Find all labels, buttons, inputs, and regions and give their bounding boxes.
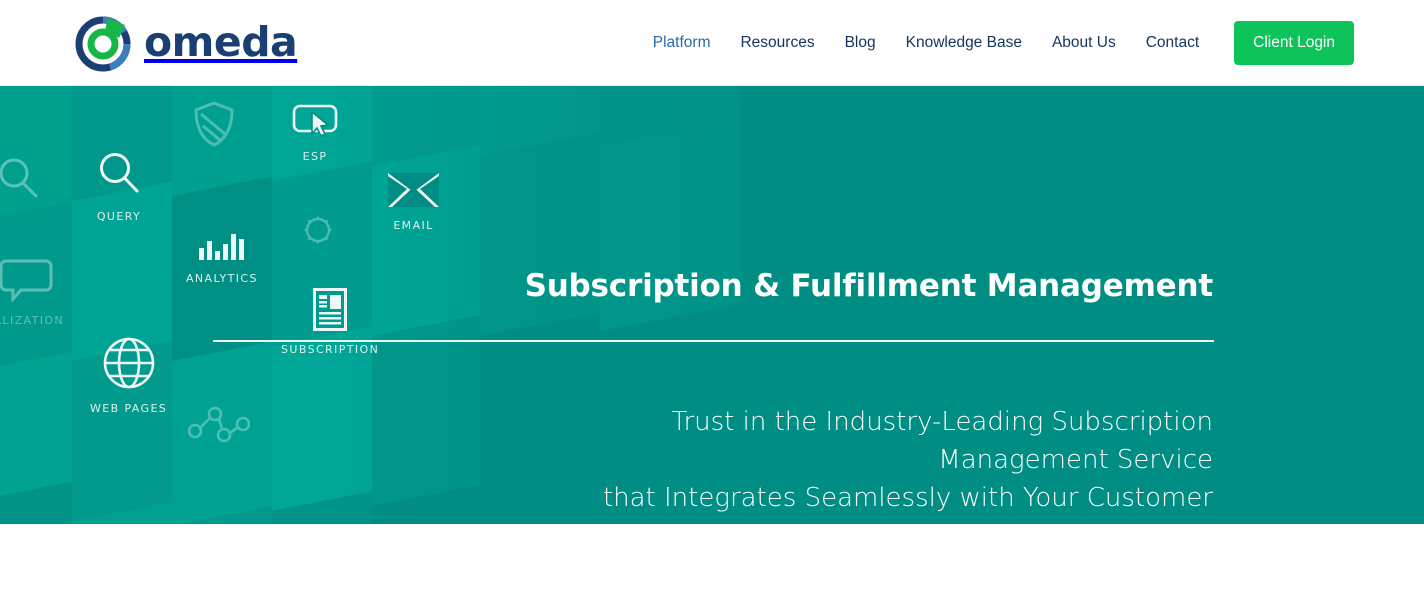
- hero-tile-label: ANALYTICS: [186, 272, 258, 285]
- omeda-ring-logo-svg: [75, 16, 131, 72]
- mosaic-tile: [480, 132, 600, 336]
- hero-tile-web-pages: WEB PAGES: [90, 336, 167, 415]
- hero-tile-label: SUBSCRIPTION: [281, 343, 380, 356]
- speech-bubble-icon: [0, 258, 53, 307]
- hero-tile-label: WEB PAGES: [90, 402, 168, 415]
- hero-tile-query: QUERY: [94, 148, 144, 223]
- gear-icon: [302, 214, 334, 251]
- hero-tile-magnifier-partial: [0, 154, 42, 207]
- hero-tile-label: EMAIL: [393, 219, 434, 232]
- hero-banner: QUERY ESP EMAIL ANALYTICS LIZATION SUBSC…: [0, 86, 1424, 524]
- client-login-button[interactable]: Client Login: [1234, 21, 1354, 65]
- hero-tile-network: [187, 404, 251, 451]
- bar-chart-icon: [199, 232, 245, 265]
- magnifier-icon: [94, 148, 144, 203]
- hero-tile-label: QUERY: [96, 210, 142, 223]
- globe-icon: [102, 336, 156, 395]
- mosaic-tile: [0, 352, 72, 496]
- hero-tile-personalization: PERSONALIZATION: [0, 258, 64, 327]
- nav-item-about-us[interactable]: About Us: [1037, 0, 1131, 86]
- hero-tile-email: EMAIL: [388, 173, 439, 232]
- shield-icon: [191, 100, 237, 153]
- magnifier-icon: [0, 154, 42, 207]
- hero-divider-rule: [213, 340, 1214, 342]
- document-icon: [313, 288, 348, 336]
- hero-title: Subscription & Fulfillment Management: [524, 268, 1214, 304]
- site-header: omeda Platform Resources Blog Knowledge …: [0, 0, 1424, 86]
- logo-link[interactable]: omeda: [72, 11, 298, 73]
- hero-tile-subscription: SUBSCRIPTION: [281, 288, 379, 356]
- hero-subtitle-line-1: Trust in the Industry-Leading Subscripti…: [671, 407, 1213, 475]
- envelope-icon: [388, 173, 439, 212]
- hero-tile-gear: [302, 214, 334, 251]
- hero-tile-esp: ESP: [292, 104, 338, 163]
- main-navigation: Platform Resources Blog Knowledge Base A…: [638, 0, 1354, 86]
- logo-wordmark: omeda: [144, 18, 298, 66]
- hero-tile-label: ESP: [302, 150, 328, 163]
- network-nodes-icon: [187, 404, 251, 451]
- hero-tile-label: PERSONALIZATION: [0, 314, 65, 327]
- nav-item-resources[interactable]: Resources: [725, 0, 829, 86]
- nav-item-contact[interactable]: Contact: [1131, 0, 1214, 86]
- hero-tile-shield: [191, 100, 237, 153]
- page-body-below-hero: [0, 524, 1424, 603]
- mosaic-tile: [372, 315, 480, 506]
- hero-tile-analytics: ANALYTICS: [186, 232, 258, 285]
- cursor-box-icon: [292, 104, 338, 143]
- nav-item-platform[interactable]: Platform: [638, 0, 726, 86]
- nav-item-knowledge-base[interactable]: Knowledge Base: [891, 0, 1037, 86]
- hero-subtitle: Trust in the Industry-Leading Subscripti…: [513, 403, 1213, 524]
- omeda-ring-logo-icon: [72, 11, 134, 73]
- hero-subtitle-line-2: that Integrates Seamlessly with Your Cus…: [602, 483, 1213, 524]
- nav-item-blog[interactable]: Blog: [830, 0, 891, 86]
